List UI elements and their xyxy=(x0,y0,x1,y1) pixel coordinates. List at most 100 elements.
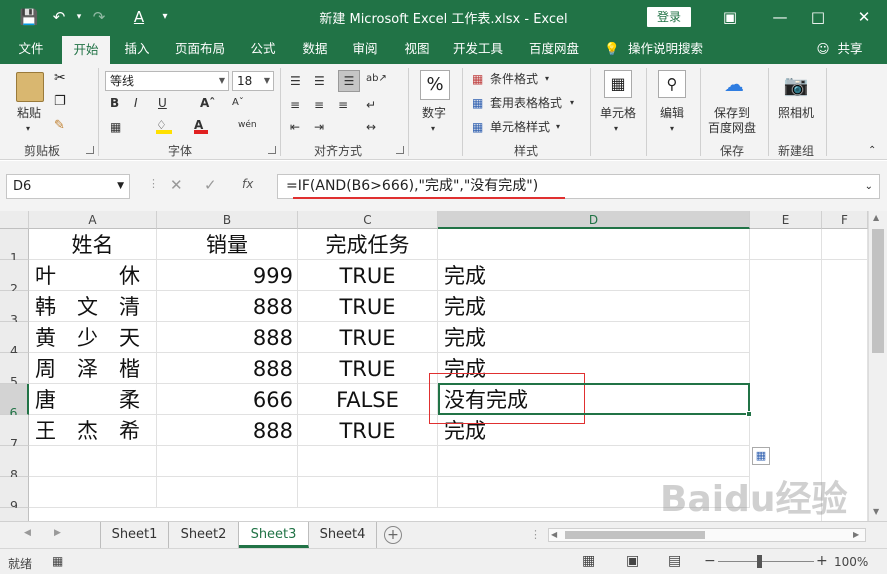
cell-d2[interactable]: 完成 xyxy=(438,260,750,291)
expand-formula-icon[interactable]: ⌄ xyxy=(865,175,873,198)
conditional-format-button[interactable]: 条件格式 xyxy=(490,72,538,86)
baidu-netdisk-icon[interactable]: ☁ xyxy=(720,70,748,98)
cell-a2[interactable]: 叶 休 xyxy=(29,260,157,291)
close-icon[interactable]: ✕ xyxy=(852,6,876,28)
insert-function-icon[interactable]: fx xyxy=(242,177,253,191)
cell-a6[interactable]: 唐 柔 xyxy=(29,384,157,415)
chevron-down-icon[interactable]: ▾ xyxy=(545,72,549,86)
tab-file[interactable]: 文件 xyxy=(8,34,54,64)
row-header-6[interactable]: 6 xyxy=(0,384,29,420)
row-header-1[interactable]: 1 xyxy=(0,229,29,265)
share-button[interactable]: 共享 xyxy=(834,34,866,64)
save-to-baidu-label-line1[interactable]: 保存到 xyxy=(714,106,750,120)
tab-baidu-netdisk[interactable]: 百度网盘 xyxy=(522,34,586,64)
orientation-icon[interactable]: ab↗ xyxy=(366,72,387,86)
border-icon[interactable]: ▦ xyxy=(110,120,121,134)
bold-button[interactable]: B xyxy=(110,96,119,110)
clipboard-launcher-icon[interactable] xyxy=(86,146,94,154)
cell-a1[interactable]: 姓名 xyxy=(29,229,157,260)
camera-button[interactable]: 照相机 xyxy=(778,106,814,120)
column-header-e[interactable]: E xyxy=(750,211,822,229)
cell-b2[interactable]: 999 xyxy=(157,260,298,291)
phonetic-icon[interactable]: wén xyxy=(238,118,257,132)
next-sheet-icon[interactable]: ▶ xyxy=(54,528,61,538)
add-sheet-icon[interactable]: + xyxy=(384,526,402,544)
cell-b3[interactable]: 888 xyxy=(157,291,298,322)
row-header-3[interactable]: 3 xyxy=(0,291,29,327)
cell-a8[interactable] xyxy=(29,446,157,477)
sheet-tab-sheet1[interactable]: Sheet1 xyxy=(101,522,169,548)
paste-icon[interactable] xyxy=(16,72,44,102)
alignment-launcher-icon[interactable] xyxy=(396,146,404,154)
font-name-combo[interactable]: 等线 ▼ xyxy=(105,71,229,91)
italic-button[interactable]: I xyxy=(134,96,138,110)
increase-indent-icon[interactable]: ⇥ xyxy=(314,120,324,134)
formula-input[interactable]: =IF(AND(B6>666),"完成","没有完成") ⌄ xyxy=(277,174,880,199)
cells-icon[interactable]: ▦ xyxy=(604,70,632,98)
cell-a3[interactable]: 韩 文 清 xyxy=(29,291,157,322)
tab-insert[interactable]: 插入 xyxy=(114,34,160,64)
cell-f1[interactable] xyxy=(822,229,868,260)
cell-c2[interactable]: TRUE xyxy=(298,260,438,291)
camera-icon[interactable]: 📷 xyxy=(782,72,810,98)
tab-home[interactable]: 开始 xyxy=(62,36,110,64)
tab-review[interactable]: 审阅 xyxy=(344,34,386,64)
sheet-tab-sheet4[interactable]: Sheet4 xyxy=(309,522,377,548)
cell-style-button[interactable]: 单元格样式 xyxy=(490,120,550,134)
editing-button[interactable]: 编辑 xyxy=(660,106,684,120)
tab-view[interactable]: 视图 xyxy=(396,34,438,64)
login-button[interactable]: 登录 xyxy=(647,7,691,27)
name-box[interactable]: D6 ▼ xyxy=(6,174,130,199)
cell-d4[interactable]: 完成 xyxy=(438,322,750,353)
align-right-icon[interactable]: ≡ xyxy=(338,98,348,112)
chevron-down-icon[interactable]: ▾ xyxy=(570,96,574,110)
select-all-corner[interactable] xyxy=(0,211,29,229)
chevron-down-icon[interactable]: ▾ xyxy=(556,120,560,134)
row-header-7[interactable]: 7 xyxy=(0,415,29,451)
fill-color-icon[interactable]: ♢ xyxy=(156,118,172,134)
cut-icon[interactable]: ✂ xyxy=(54,70,66,86)
align-middle-icon[interactable]: ☰ xyxy=(314,74,325,88)
row-header-8[interactable]: 8 xyxy=(0,446,29,482)
cell-b5[interactable]: 888 xyxy=(157,353,298,384)
copy-icon[interactable]: ❐ xyxy=(54,94,66,109)
normal-view-icon[interactable]: ▦ xyxy=(582,553,595,569)
column-header-c[interactable]: C xyxy=(298,211,438,229)
page-layout-view-icon[interactable]: ▣ xyxy=(626,553,639,569)
prev-sheet-icon[interactable]: ◀ xyxy=(24,528,31,538)
quick-analysis-icon[interactable]: ▦ xyxy=(752,447,770,465)
search-icon[interactable]: ⚲ xyxy=(658,70,686,98)
align-left-icon[interactable]: ≡ xyxy=(290,98,300,112)
tab-data[interactable]: 数据 xyxy=(294,34,336,64)
cell-b6[interactable]: 666 xyxy=(157,384,298,415)
font-color-icon[interactable]: A xyxy=(194,118,208,134)
collapse-ribbon-icon[interactable]: ⌃ xyxy=(868,144,876,158)
row-header-10[interactable]: 10 xyxy=(0,508,29,521)
wrap-text-icon[interactable]: ↵ xyxy=(366,98,376,112)
sheet-tab-sheet3[interactable]: Sheet3 xyxy=(239,522,309,548)
column-header-b[interactable]: B xyxy=(157,211,298,229)
column-header-f[interactable]: F xyxy=(822,211,868,229)
save-to-baidu-label-line2[interactable]: 百度网盘 xyxy=(708,121,756,135)
paste-dropdown-icon[interactable]: ▾ xyxy=(26,122,30,136)
table-format-button[interactable]: 套用表格格式 xyxy=(490,96,562,110)
column-header-d[interactable]: D xyxy=(438,211,750,229)
row-header-5[interactable]: 5 xyxy=(0,353,29,389)
cell-d1[interactable] xyxy=(438,229,750,260)
cell-c7[interactable]: TRUE xyxy=(298,415,438,446)
maximize-icon[interactable]: □ xyxy=(806,6,830,28)
cell-c1[interactable]: 完成任务 xyxy=(298,229,438,260)
cell-c9[interactable] xyxy=(298,477,438,508)
number-dropdown-icon[interactable]: ▾ xyxy=(431,122,435,136)
row-header-9[interactable]: 9 xyxy=(0,477,29,513)
minimize-icon[interactable]: — xyxy=(768,6,792,28)
merge-center-icon[interactable]: ↔ xyxy=(366,120,376,134)
scroll-down-icon[interactable]: ▼ xyxy=(873,507,879,516)
decrease-indent-icon[interactable]: ⇤ xyxy=(290,120,300,134)
cell-b9[interactable] xyxy=(157,477,298,508)
align-top-icon[interactable]: ☰ xyxy=(290,74,301,88)
sheet-tab-sheet2[interactable]: Sheet2 xyxy=(169,522,239,548)
format-painter-icon[interactable]: ✎ xyxy=(54,118,65,133)
cell-a4[interactable]: 黄 少 天 xyxy=(29,322,157,353)
font-grow-icon[interactable]: Aˆ xyxy=(200,96,215,110)
